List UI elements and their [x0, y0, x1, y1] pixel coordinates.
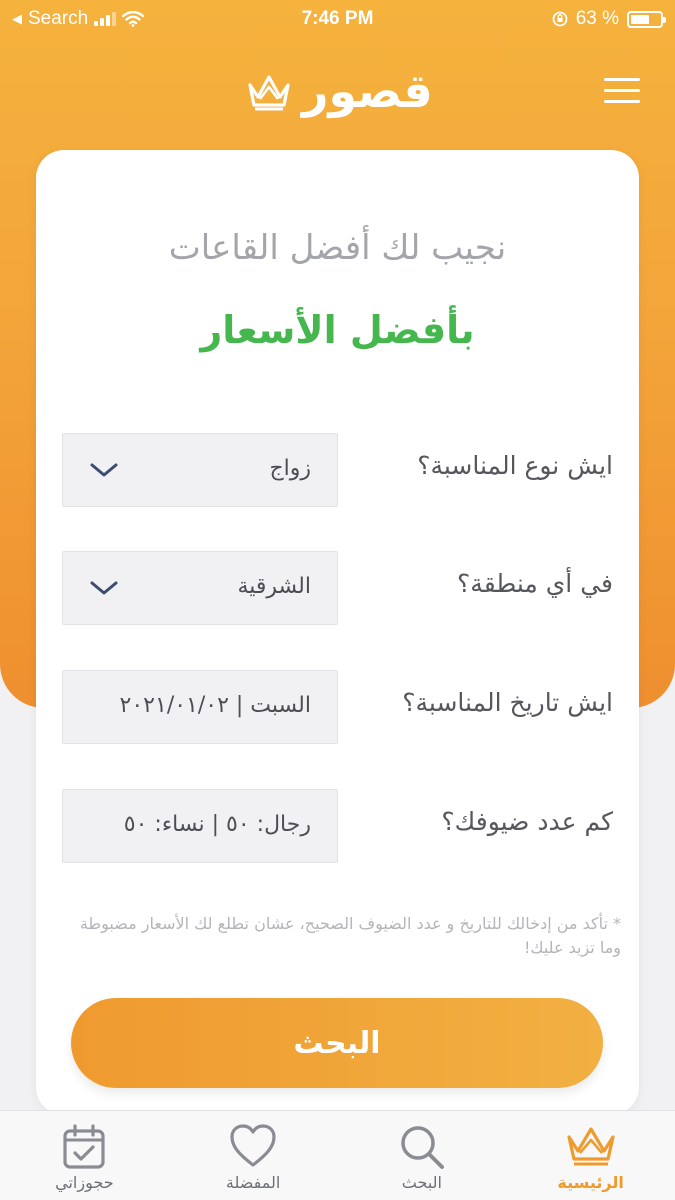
tab-bookings-label: حجوزاتي [55, 1173, 114, 1192]
logo-text: قصور [302, 64, 433, 118]
search-card: نجيب لك أفضل القاعات بأفضل الأسعار ايش ن… [36, 150, 639, 1115]
guest-count-field[interactable]: رجال: ٥٠ | نساء: ٥٠ [62, 789, 338, 863]
heart-icon [230, 1124, 276, 1167]
battery-icon [627, 10, 666, 28]
calendar-check-icon [63, 1124, 105, 1169]
hamburger-menu-icon[interactable] [604, 78, 640, 106]
crown-icon [567, 1127, 615, 1166]
app-header: قصور [0, 58, 675, 128]
region-value: الشرقية [237, 574, 311, 599]
app-logo[interactable]: قصور [246, 68, 433, 114]
battery-percent: 63 % [575, 8, 619, 29]
tab-favorites[interactable]: المفضلة [169, 1111, 338, 1200]
tab-bookings[interactable]: حجوزاتي [0, 1111, 169, 1200]
tab-favorites-label: المفضلة [225, 1173, 281, 1192]
crown-icon [248, 75, 290, 111]
occasion-date-value: السبت | ٢٠٢١/٠١/٠٢ [119, 693, 311, 718]
bottom-tab-bar: الرئيسية البحث المفضلة حجوزاتي [0, 1110, 675, 1200]
occasion-date-field[interactable]: السبت | ٢٠٢١/٠١/٠٢ [62, 670, 338, 744]
occasion-type-value: زواج [269, 456, 311, 481]
region-select[interactable]: الشرقية [62, 551, 338, 625]
guest-date-note: * تأكد من إدخالك للتاريخ و عدد الضيوف ال… [79, 914, 621, 957]
tab-search-label: البحث [401, 1173, 442, 1192]
guest-count-row: كم عدد ضيوفك؟ رجال: ٥٠ | نساء: ٥٠ [36, 789, 639, 863]
region-label: في أي منطقة؟ [457, 569, 613, 598]
occasion-type-select[interactable]: زواج [62, 433, 338, 507]
tab-home-label: الرئيسية [557, 1173, 624, 1192]
status-right: 63 % [552, 8, 666, 30]
search-icon [401, 1126, 444, 1169]
search-button[interactable]: البحث [71, 998, 603, 1088]
occasion-date-row: ايش تاريخ المناسبة؟ السبت | ٢٠٢١/٠١/٠٢ [36, 670, 639, 744]
status-bar: ◀ Search 7:46 PM 63 % [0, 0, 675, 38]
region-row: في أي منطقة؟ الشرقية [36, 551, 639, 625]
occasion-date-label: ايش تاريخ المناسبة؟ [402, 688, 613, 717]
orientation-lock-icon [552, 11, 568, 27]
tab-search[interactable]: البحث [338, 1111, 507, 1200]
guest-count-value: رجال: ٥٠ | نساء: ٥٠ [123, 812, 311, 837]
card-heading: نجيب لك أفضل القاعات [168, 228, 507, 268]
chevron-down-icon [90, 581, 118, 595]
occasion-type-row: ايش نوع المناسبة؟ زواج [36, 433, 639, 507]
chevron-down-icon [90, 463, 118, 477]
tab-home[interactable]: الرئيسية [506, 1111, 675, 1200]
guest-count-label: كم عدد ضيوفك؟ [441, 807, 613, 836]
card-subheading: بأفضل الأسعار [200, 308, 475, 352]
occasion-type-label: ايش نوع المناسبة؟ [417, 451, 613, 480]
